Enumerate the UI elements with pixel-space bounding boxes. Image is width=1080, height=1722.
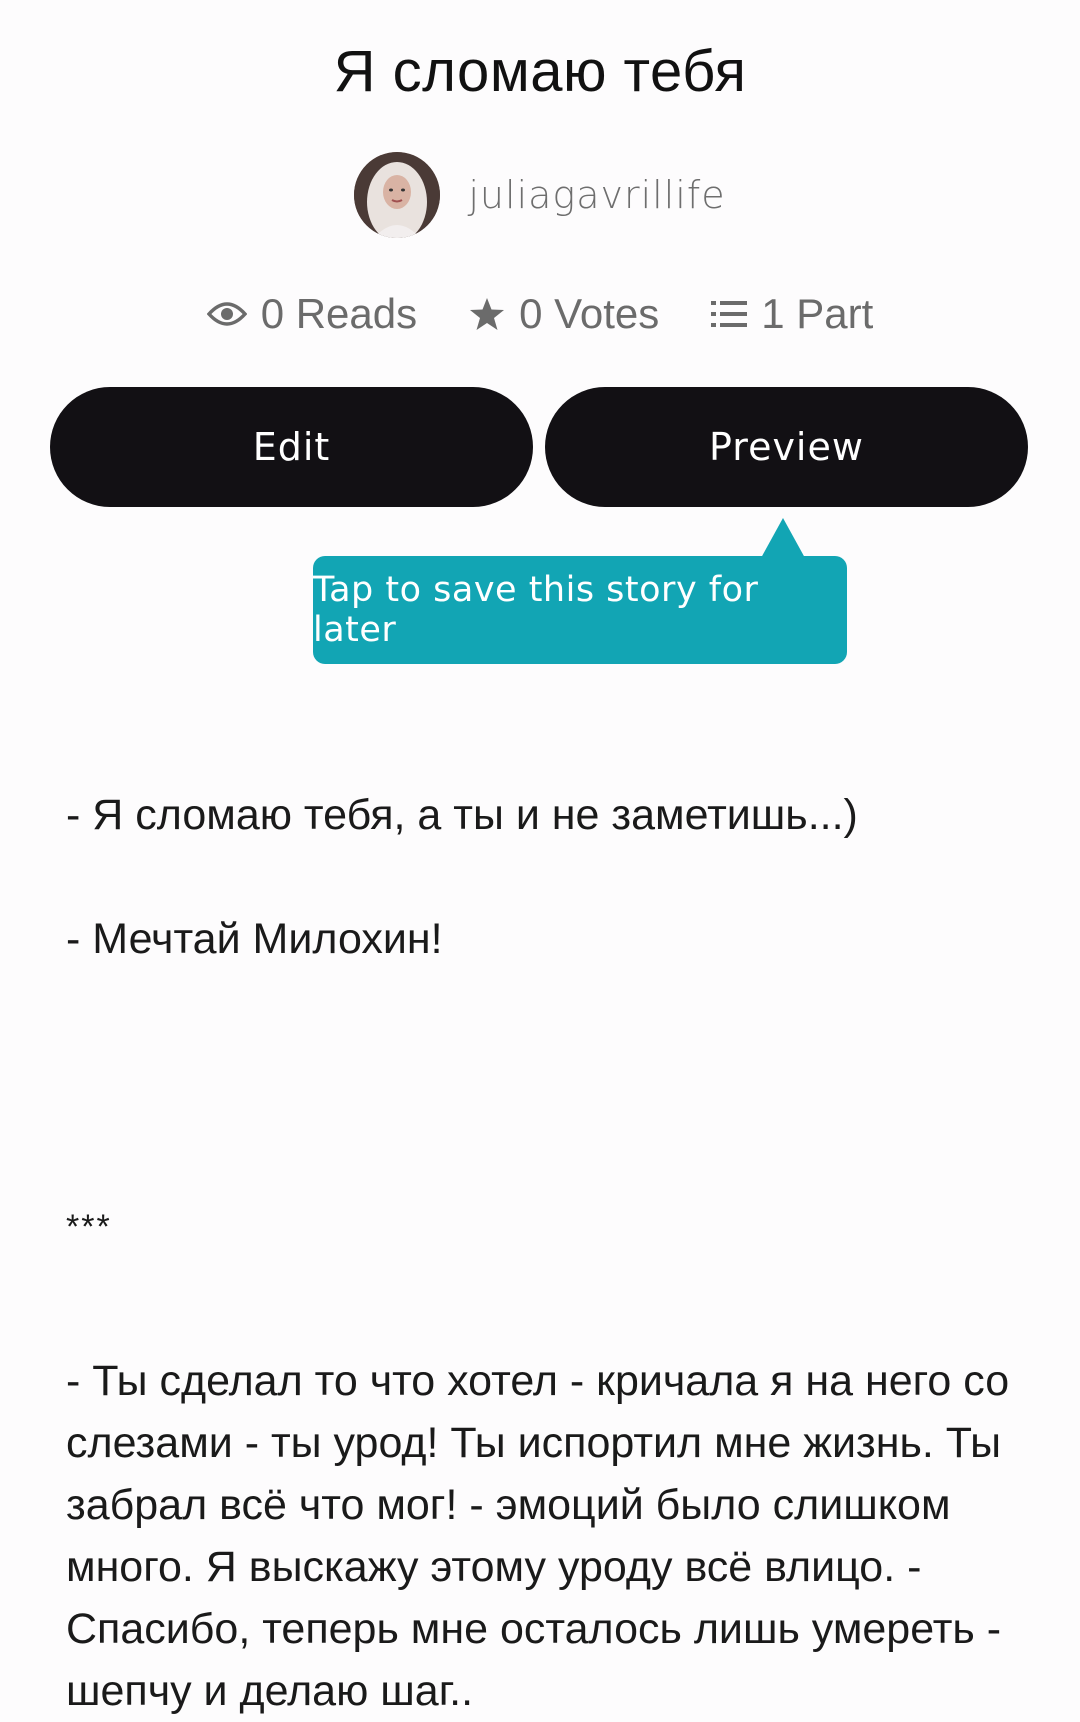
star-icon (469, 297, 505, 331)
story-paragraph: - Ты сделал то что хотел - кричала я на … (66, 1357, 1010, 1715)
action-buttons: Edit Preview (50, 387, 1028, 507)
tooltip-arrow (761, 518, 805, 558)
parts-stat: 1 Part (711, 290, 873, 338)
list-icon (711, 299, 748, 329)
avatar[interactable] (354, 152, 441, 238)
author-row[interactable]: juliagavrillife (0, 152, 1080, 238)
story-line: - Мечтай Милохин! (66, 915, 443, 963)
author-name[interactable]: juliagavrillife (468, 173, 725, 217)
story-line: - Я сломаю тебя, а ты и не заметишь...) (66, 791, 858, 839)
eye-icon (206, 300, 247, 328)
edit-button[interactable]: Edit (50, 387, 533, 507)
votes-count: 0 Votes (519, 290, 660, 337)
reads-count: 0 Reads (260, 290, 418, 337)
preview-button[interactable]: Preview (545, 387, 1028, 507)
story-title: Я сломаю тебя (333, 39, 747, 104)
story-content: - Я сломаю тебя, а ты и не заметишь...) … (66, 784, 1026, 1722)
section-separator: *** (66, 1208, 112, 1246)
story-stats: 0 Reads 0 Votes 1 Part (0, 290, 1080, 338)
votes-stat: 0 Votes (469, 290, 659, 338)
parts-count: 1 Part (761, 290, 874, 337)
reads-stat: 0 Reads (206, 290, 418, 338)
save-story-tooltip[interactable]: Tap to save this story for later (313, 556, 847, 664)
